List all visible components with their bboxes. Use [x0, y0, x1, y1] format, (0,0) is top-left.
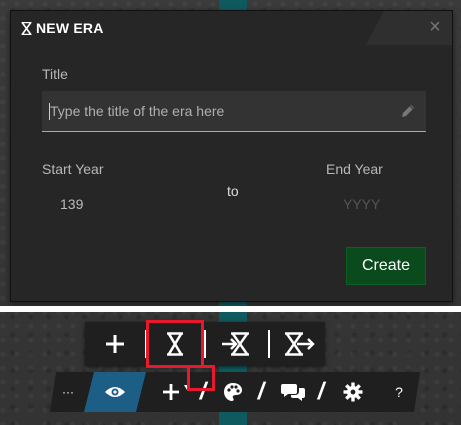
title-field[interactable]	[42, 91, 426, 132]
title-label: Title	[42, 66, 68, 82]
hourglass-icon	[21, 21, 32, 35]
comments-button[interactable]	[276, 372, 310, 412]
separator-bar	[0, 306, 461, 312]
gear-icon	[343, 382, 363, 402]
era-toolbar	[85, 322, 325, 366]
highlight-box	[187, 365, 215, 391]
modal-title-text: NEW ERA	[36, 20, 104, 36]
create-button[interactable]: Create	[346, 247, 426, 285]
plus-icon	[106, 335, 124, 353]
view-button[interactable]	[84, 372, 146, 412]
toolbar-divider	[204, 330, 206, 358]
hourglass-arrow-in-icon	[222, 332, 249, 356]
start-year-input[interactable]	[58, 191, 142, 217]
add-button[interactable]	[95, 322, 135, 366]
toolbar-divider: /	[255, 378, 268, 405]
text-caret	[49, 103, 50, 120]
eye-icon	[104, 385, 126, 399]
end-year-label: End Year	[326, 161, 383, 177]
more-button[interactable]: ···	[54, 372, 82, 412]
hourglass-arrow-out-icon	[285, 332, 315, 356]
modal-title: NEW ERA	[21, 20, 104, 36]
chat-bubbles-icon	[281, 382, 305, 402]
toolbar-divider: /	[315, 378, 328, 405]
help-button[interactable]: ?	[384, 372, 414, 412]
era-range-out-button[interactable]	[277, 322, 321, 366]
palette-button[interactable]	[218, 372, 248, 412]
main-toolbar: ··· / / / ?	[50, 372, 420, 412]
end-year-input[interactable]	[341, 191, 425, 217]
new-era-modal: NEW ERA × Title Start Year to End Year C…	[10, 10, 453, 302]
modal-header: NEW ERA ×	[11, 11, 452, 45]
settings-button[interactable]	[338, 372, 368, 412]
start-year-label: Start Year	[42, 161, 104, 177]
pencil-icon	[402, 105, 414, 117]
palette-icon	[223, 382, 243, 402]
close-button[interactable]: ×	[426, 17, 444, 37]
toolbar-divider	[268, 330, 270, 358]
era-range-in-button[interactable]	[215, 322, 259, 366]
highlight-box	[146, 320, 204, 368]
to-label: to	[227, 183, 239, 199]
title-input[interactable]	[42, 91, 400, 131]
